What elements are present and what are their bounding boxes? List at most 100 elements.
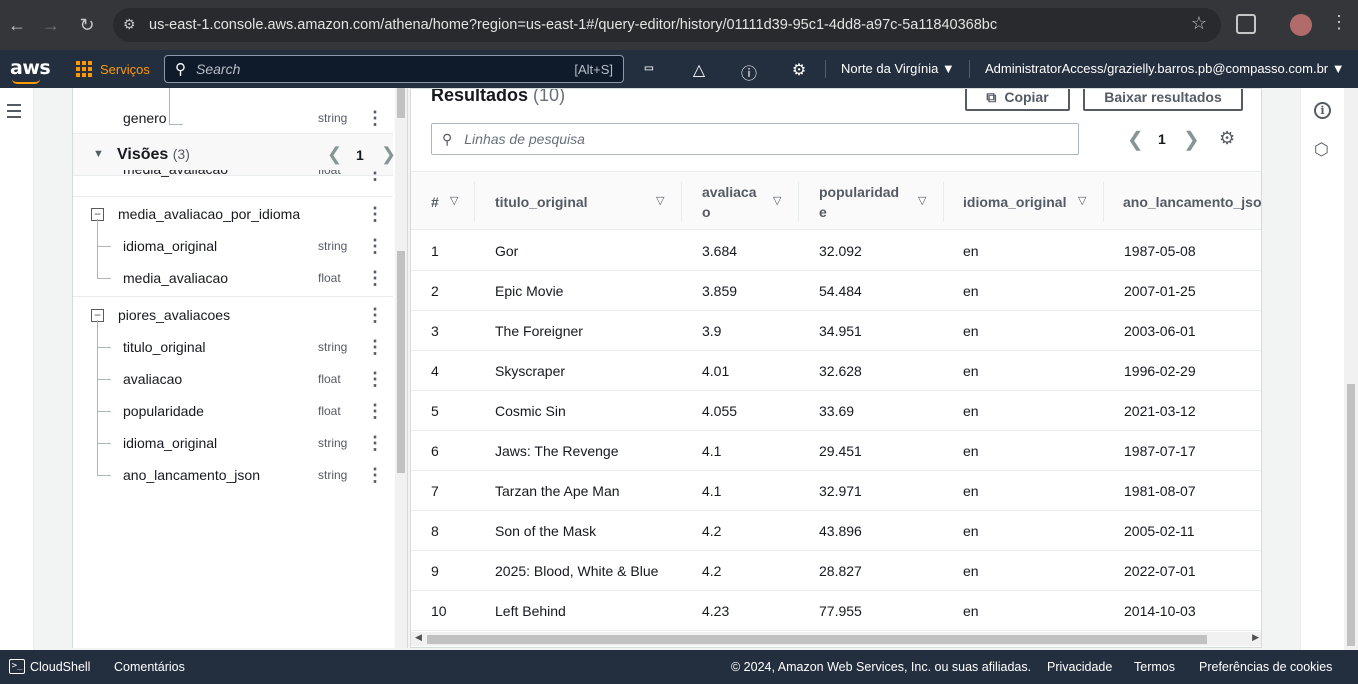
sort-icon[interactable]: ▽ <box>773 194 781 207</box>
cell-idioma-original: en <box>963 243 979 259</box>
cell-idioma-original: en <box>963 323 979 339</box>
views-count: (3) <box>172 146 190 162</box>
prev-page-icon[interactable]: ❮ <box>1127 127 1144 152</box>
cell-index: 4 <box>431 363 439 379</box>
kebab-menu-icon[interactable]: ⋮ <box>366 337 384 358</box>
help-icon[interactable]: ⓘ <box>739 60 759 84</box>
download-results-button[interactable]: Baixar resultados <box>1083 89 1243 111</box>
views-next-page-icon[interactable]: ❯ <box>381 144 396 165</box>
terms-link[interactable]: Termos <box>1134 660 1175 674</box>
kebab-menu-icon[interactable]: ⋮ <box>366 204 384 225</box>
cell-popularidade: 32.092 <box>819 243 862 259</box>
sort-icon[interactable]: ▽ <box>918 194 926 207</box>
table-row[interactable]: 6 Jaws: The Revenge 4.1 29.451 en 1987-07-17 <box>411 431 1261 471</box>
column-type: float <box>318 404 341 418</box>
schema-column-row[interactable]: media_avaliacao float ⋮ <box>73 262 393 294</box>
cell-index: 5 <box>431 403 439 419</box>
kebab-menu-icon[interactable]: ⋮ <box>366 465 384 486</box>
privacy-link[interactable]: Privacidade <box>1047 660 1112 674</box>
view-row-piores-avaliacoes[interactable]: − piores_avaliacoes ⋮ <box>73 299 393 331</box>
table-preferences-gear-icon[interactable]: ⚙ <box>1219 128 1235 149</box>
back-arrow-icon[interactable]: ← <box>0 8 34 42</box>
info-icon[interactable]: i <box>1314 102 1331 119</box>
column-name: idioma_original <box>123 435 218 451</box>
table-row[interactable]: 1 Gor 3.684 32.092 en 1987-05-08 <box>411 231 1261 271</box>
table-row[interactable]: 10 Left Behind 4.23 77.955 en 2014-10-03 <box>411 591 1261 631</box>
services-menu-button[interactable]: Serviços <box>76 61 150 77</box>
results-scroll-thumb[interactable] <box>427 635 1207 644</box>
schema-column-row[interactable]: ano_lancamento_json string ⋮ <box>73 459 393 491</box>
next-page-icon[interactable]: ❯ <box>1183 127 1200 152</box>
schema-column-row[interactable]: idioma_original string ⋮ <box>73 427 393 459</box>
column-header-idioma-original[interactable]: idioma_original <box>963 172 1066 231</box>
caret-down-icon[interactable]: ▼ <box>93 148 104 160</box>
view-row-media-avaliacao-por-idioma[interactable]: − media_avaliacao_por_idioma ⋮ <box>73 198 393 230</box>
cloudshell-link[interactable]: CloudShell <box>30 660 90 674</box>
kebab-menu-icon[interactable]: ⋮ <box>366 108 384 129</box>
browser-menu-icon[interactable]: ⋮ <box>1330 12 1348 33</box>
schema-column-row[interactable]: avaliacao float ⋮ <box>73 363 393 395</box>
sort-icon[interactable]: ▽ <box>656 194 664 207</box>
schema-scroll-thumb[interactable] <box>397 251 405 473</box>
aws-search-input[interactable]: ⚲ Search [Alt+S] <box>164 55 624 83</box>
table-row[interactable]: 4 Skyscraper 4.01 32.628 en 1996-02-29 <box>411 351 1261 391</box>
scroll-right-arrow-icon[interactable]: ▶ <box>1252 632 1259 643</box>
address-bar[interactable]: ⚙ us-east-1.console.aws.amazon.com/athen… <box>113 8 1221 42</box>
hamburger-menu-icon[interactable] <box>7 104 21 122</box>
account-menu[interactable]: AdministratorAccess/grazielly.barros.pb@… <box>985 61 1345 76</box>
schema-column-row[interactable]: idioma_original string ⋮ <box>73 230 393 262</box>
cell-idioma-original: en <box>963 283 979 299</box>
cell-index: 8 <box>431 523 439 539</box>
profile-avatar[interactable] <box>1290 14 1312 36</box>
cloudshell-icon[interactable]: >_ <box>9 659 25 674</box>
kebab-menu-icon[interactable]: ⋮ <box>366 268 384 289</box>
table-row[interactable]: 7 Tarzan the Ape Man 4.1 32.971 en 1981-08-07 <box>411 471 1261 511</box>
kebab-menu-icon[interactable]: ⋮ <box>366 170 384 182</box>
column-header-avaliacao[interactable]: avaliaca o <box>702 172 762 231</box>
kebab-menu-icon[interactable]: ⋮ <box>366 369 384 390</box>
kebab-menu-icon[interactable]: ⋮ <box>366 433 384 454</box>
cell-avaliacao: 4.23 <box>702 603 730 619</box>
page-scroll-thumb[interactable] <box>1347 384 1355 646</box>
schema-column-row[interactable]: popularidade float ⋮ <box>73 395 393 427</box>
region-selector[interactable]: Norte da Virgínia ▼ <box>841 61 955 76</box>
settings-gear-icon[interactable]: ⚙ <box>789 60 809 80</box>
table-row[interactable]: 3 The Foreigner 3.9 34.951 en 2003-06-01 <box>411 311 1261 351</box>
bookmark-star-icon[interactable]: ☆ <box>1191 13 1207 34</box>
feedback-link[interactable]: Comentários <box>114 660 185 674</box>
schema-column-row[interactable]: titulo_original string ⋮ <box>73 331 393 363</box>
cloudshell-icon[interactable]: ▭ <box>639 60 659 76</box>
table-row[interactable]: 5 Cosmic Sin 4.055 33.69 en 2021-03-12 <box>411 391 1261 431</box>
results-horizontal-scrollbar[interactable]: ◀ ▶ <box>411 632 1261 646</box>
column-header-titulo-original[interactable]: titulo_original <box>495 172 588 231</box>
copy-button[interactable]: ⧉ Copiar <box>965 89 1070 111</box>
column-header-ano-lancamento-json[interactable]: ano_lancamento_json <box>1123 172 1261 231</box>
sort-icon[interactable]: ▽ <box>1078 194 1086 207</box>
hexagon-icon[interactable]: ⬡ <box>1314 140 1329 160</box>
table-row[interactable]: 9 2025: Blood, White & Blue 4.2 28.827 en 202… <box>411 551 1261 591</box>
column-header-popularidade[interactable]: popularidad e <box>819 172 909 231</box>
views-prev-page-icon[interactable]: ❮ <box>327 144 342 165</box>
site-settings-icon[interactable]: ⚙ <box>123 16 136 33</box>
kebab-menu-icon[interactable]: ⋮ <box>366 305 384 326</box>
reload-icon[interactable]: ↻ <box>70 8 104 42</box>
notifications-bell-icon[interactable]: △ <box>689 60 709 80</box>
table-row[interactable]: 2 Epic Movie 3.859 54.484 en 2007-01-25 <box>411 271 1261 311</box>
kebab-menu-icon[interactable]: ⋮ <box>366 236 384 257</box>
column-name: media_avaliacao <box>123 170 228 177</box>
scroll-left-arrow-icon[interactable]: ◀ <box>415 632 422 643</box>
search-shortcut: [Alt+S] <box>574 61 613 77</box>
forward-arrow-icon[interactable]: → <box>34 8 68 42</box>
sort-icon[interactable]: ▽ <box>450 194 458 207</box>
aws-logo[interactable]: aws <box>10 57 51 79</box>
schema-scroll-thumb[interactable] <box>397 88 405 118</box>
schema-column-row[interactable]: media_avaliacao float ⋮ <box>73 170 393 182</box>
kebab-menu-icon[interactable]: ⋮ <box>366 401 384 422</box>
column-header-index[interactable]: # <box>431 172 439 231</box>
table-row[interactable]: 8 Son of the Mask 4.2 43.896 en 2005-02-11 <box>411 511 1261 551</box>
cookie-preferences-link[interactable]: Preferências de cookies <box>1199 660 1332 674</box>
browser-toolbar: ← → ↻ ⚙ us-east-1.console.aws.amazon.com… <box>0 0 1358 50</box>
results-search-input[interactable]: ⚲ Linhas de pesquisa <box>431 123 1079 155</box>
schema-column-row[interactable]: genero string ⋮ <box>73 102 393 134</box>
extensions-icon[interactable] <box>1236 14 1256 34</box>
